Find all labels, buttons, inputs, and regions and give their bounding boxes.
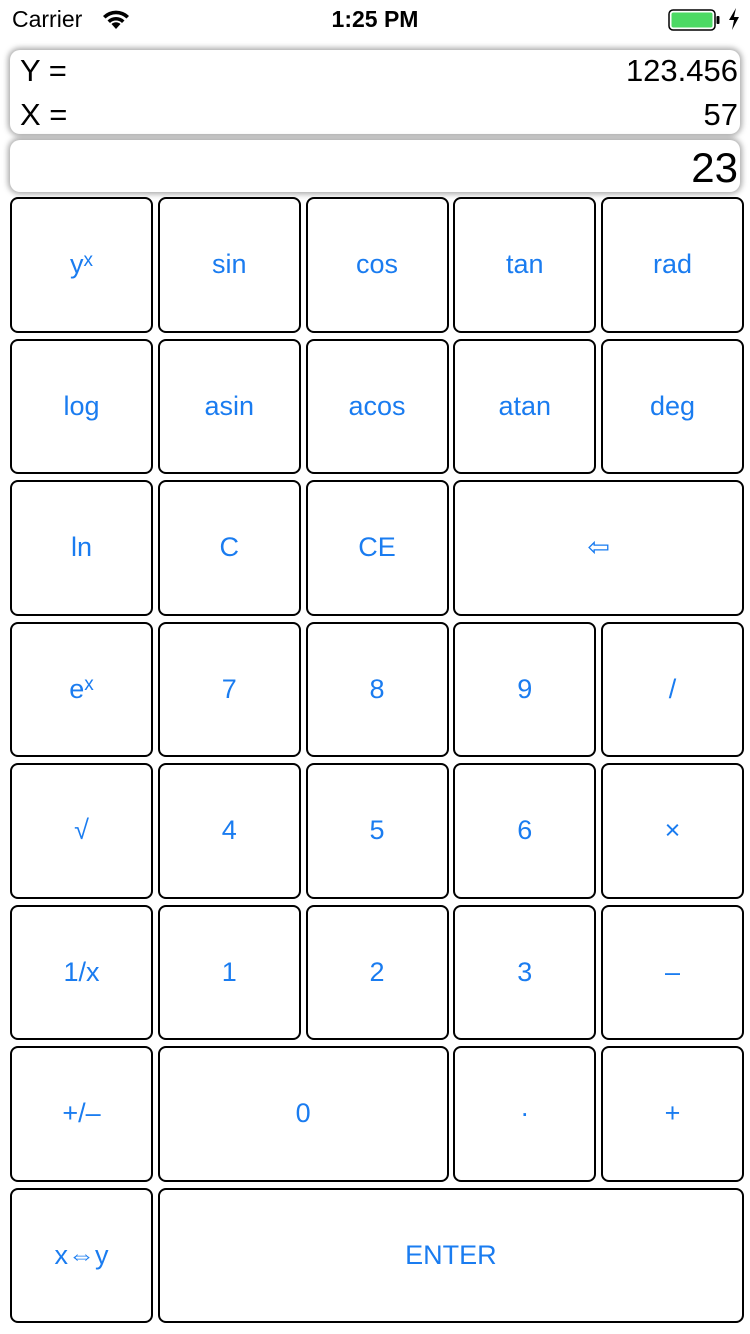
exp-exponent-label: x <box>84 674 94 696</box>
acos-button[interactable]: acos <box>305 338 449 474</box>
y-register: Y = 123.456 <box>10 50 740 92</box>
decimal-button[interactable]: · <box>453 1046 597 1182</box>
power-button[interactable]: yx <box>10 197 153 333</box>
digit-6-button[interactable]: 6 <box>453 763 597 899</box>
power-exponent-label: x <box>83 249 94 271</box>
x-register: X = 57 <box>10 94 740 136</box>
entry-display: 23 <box>10 140 740 192</box>
minus-button[interactable]: – <box>601 904 744 1040</box>
digit-2-button[interactable]: 2 <box>305 904 449 1040</box>
cos-button[interactable]: cos <box>305 197 449 333</box>
power-base-label: y <box>70 249 84 280</box>
digit-7-button[interactable]: 7 <box>157 621 301 757</box>
clock-time: 1:25 PM <box>331 6 419 32</box>
stack-display: Y = 123.456 X = 57 <box>10 50 740 134</box>
divide-button[interactable]: / <box>601 621 744 757</box>
x-value: 57 <box>703 97 738 132</box>
exp-button[interactable]: ex <box>10 621 153 757</box>
clear-button[interactable]: C <box>157 480 301 616</box>
multiply-button[interactable]: × <box>601 763 744 899</box>
y-value: 123.456 <box>625 53 738 88</box>
sqrt-button[interactable]: √ <box>10 763 153 899</box>
clear-entry-button[interactable]: CE <box>305 480 449 616</box>
deg-button[interactable]: deg <box>601 338 744 474</box>
status-bar: Carrier 1:25 PM <box>0 0 750 40</box>
reciprocal-button[interactable]: 1/x <box>10 904 153 1040</box>
x-label: X = <box>20 97 68 132</box>
charging-bolt-icon <box>729 8 739 30</box>
log-button[interactable]: log <box>10 338 153 474</box>
y-label: Y = <box>20 53 67 88</box>
backspace-button[interactable]: ⇦ <box>453 480 744 616</box>
swap-xy-button[interactable]: x⇔y <box>10 1187 153 1323</box>
digit-9-button[interactable]: 9 <box>453 621 597 757</box>
plus-button[interactable]: + <box>601 1046 744 1182</box>
backspace-icon: ⇦ <box>587 532 610 563</box>
digit-5-button[interactable]: 5 <box>305 763 449 899</box>
rad-button[interactable]: rad <box>601 197 744 333</box>
tan-button[interactable]: tan <box>453 197 597 333</box>
ln-button[interactable]: ln <box>10 480 153 616</box>
sin-button[interactable]: sin <box>157 197 301 333</box>
negate-button[interactable]: +/– <box>10 1046 153 1182</box>
atan-button[interactable]: atan <box>453 338 597 474</box>
entry-value: 23 <box>691 144 738 191</box>
exp-base-label: e <box>69 673 85 704</box>
keypad: yx sin cos tan rad log asin acos atan de… <box>10 197 744 1324</box>
digit-3-button[interactable]: 3 <box>453 904 597 1040</box>
digit-4-button[interactable]: 4 <box>157 763 301 899</box>
asin-button[interactable]: asin <box>157 338 301 474</box>
digit-8-button[interactable]: 8 <box>305 621 449 757</box>
enter-button[interactable]: ENTER <box>157 1187 744 1323</box>
digit-1-button[interactable]: 1 <box>157 904 301 1040</box>
battery-icon <box>668 9 720 31</box>
digit-0-button[interactable]: 0 <box>157 1046 449 1182</box>
